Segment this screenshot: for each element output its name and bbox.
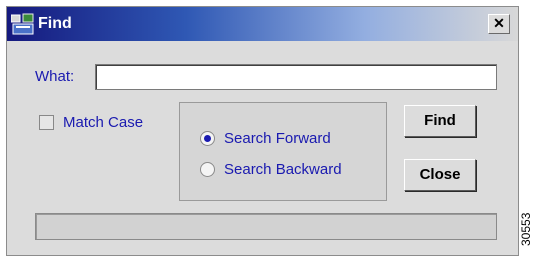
title-bar[interactable]: Find ✕ [7,7,518,41]
find-button[interactable]: Find [404,105,476,137]
search-backward-label: Search Backward [224,161,342,178]
search-forward-label: Search Forward [224,130,331,147]
match-case-checkbox[interactable] [39,115,54,130]
match-case-label: Match Case [63,114,144,131]
close-window-button[interactable]: ✕ [488,14,510,34]
close-icon: ✕ [493,15,505,31]
find-dialog: Find ✕ What: Match Case Search Forward S… [6,6,519,256]
search-forward-radio[interactable] [200,131,215,146]
find-window-icon [11,13,34,35]
window-title: Find [38,15,72,32]
what-input[interactable] [95,64,497,90]
what-label: What: [35,68,75,85]
figure-id: 30553 [519,212,533,246]
search-direction-group: Search Forward Search Backward [179,102,387,201]
search-backward-radio[interactable] [200,162,215,177]
status-bar [35,213,497,240]
close-button[interactable]: Close [404,159,476,191]
